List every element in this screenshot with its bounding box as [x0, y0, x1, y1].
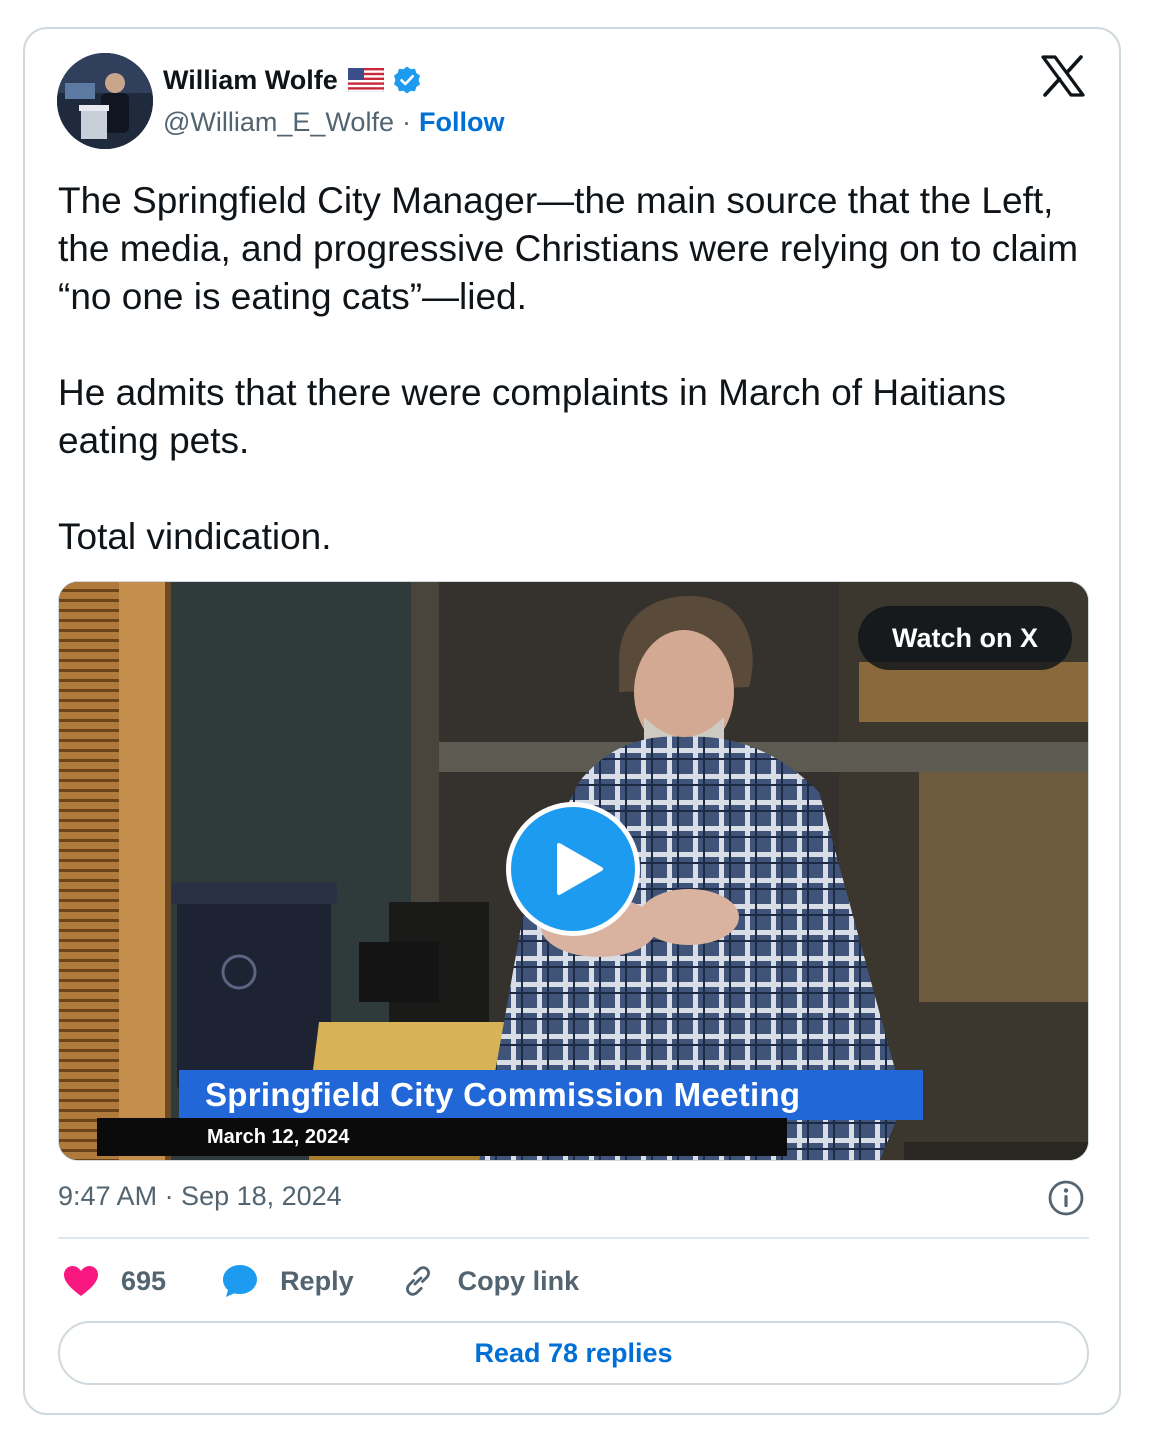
like-button[interactable]: 695: [63, 1265, 166, 1297]
tweet-card: William Wolfe @William_E_Wolfe · Follow …: [23, 27, 1121, 1415]
reply-label: Reply: [280, 1265, 354, 1296]
play-icon: [557, 843, 603, 895]
author-name[interactable]: William Wolfe: [163, 65, 338, 96]
follow-button[interactable]: Follow: [419, 107, 504, 138]
copy-link-label: Copy link: [457, 1265, 580, 1296]
separator-dot: ·: [401, 107, 411, 137]
avatar[interactable]: [57, 53, 153, 149]
author-handle[interactable]: @William_E_Wolfe: [163, 107, 394, 138]
reply-bubble-icon: [223, 1265, 258, 1297]
verified-badge-icon: [392, 65, 422, 95]
watch-on-x-button[interactable]: Watch on X: [858, 606, 1072, 670]
tweet-timestamp[interactable]: 9:47 AM · Sep 18, 2024: [58, 1181, 342, 1212]
author-block: William Wolfe @William_E_Wolfe · Follow: [163, 63, 504, 138]
like-count: 695: [121, 1265, 167, 1296]
x-logo-icon[interactable]: [1041, 55, 1085, 97]
video-caption-date: March 12, 2024: [97, 1118, 787, 1156]
heart-icon: [64, 1266, 98, 1296]
tweet-text: The Springfield City Manager—the main so…: [58, 180, 1079, 557]
divider: [58, 1237, 1089, 1239]
video-player[interactable]: Watch on X Springfield City Commission M…: [58, 581, 1089, 1161]
copy-link-button[interactable]: Copy link: [400, 1263, 580, 1299]
video-caption-title: Springfield City Commission Meeting: [179, 1070, 923, 1120]
info-icon[interactable]: [1047, 1179, 1085, 1217]
link-icon: [405, 1266, 430, 1296]
play-button[interactable]: [506, 802, 640, 936]
read-replies-button[interactable]: Read 78 replies: [58, 1321, 1089, 1385]
action-bar: 695 Reply Copy link: [63, 1259, 579, 1303]
us-flag-icon: [347, 67, 385, 93]
reply-button[interactable]: Reply: [222, 1264, 354, 1298]
